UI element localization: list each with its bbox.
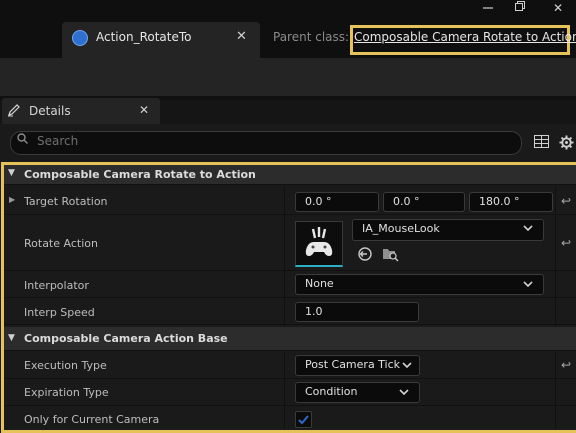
toolbar [0,58,576,96]
search-input[interactable] [10,131,522,155]
minimize-icon [483,7,493,9]
minimize-button[interactable] [475,0,501,18]
close-window-button[interactable]: ✕ [545,0,571,18]
restore-button[interactable] [507,0,533,18]
asset-tab-close-icon[interactable]: ✕ [236,29,247,44]
table-view-icon[interactable] [534,135,549,148]
asset-tab-label: Action_RotateTo [96,30,192,44]
details-tab-close-icon[interactable]: ✕ [139,103,149,117]
close-window-icon: ✕ [552,1,564,15]
parent-class-link[interactable]: Composable Camera Rotate to Action [354,30,576,44]
search-placeholder: Search [37,134,79,148]
details-tab-label: Details [29,104,71,118]
restore-icon [515,1,525,11]
pencil-icon [7,103,21,121]
parent-class-label: Parent class: [273,30,350,44]
details-tab[interactable] [2,98,160,124]
highlight-frame [1,162,576,433]
search-icon [17,133,28,144]
settings-gear-icon[interactable] [559,135,574,150]
blueprint-icon [72,30,88,46]
